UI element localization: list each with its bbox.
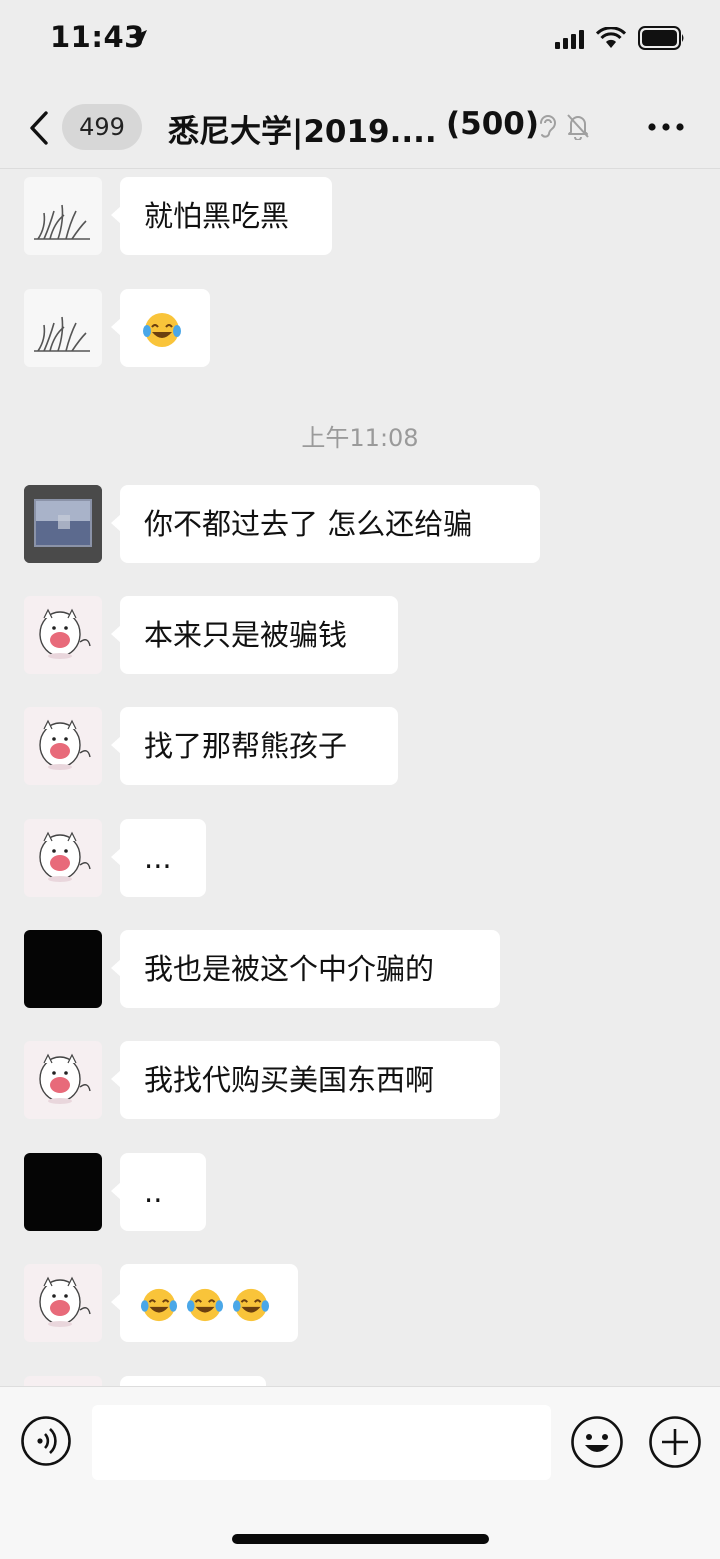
message-row [0, 1376, 720, 1386]
message-bubble[interactable]: .. [111, 1153, 206, 1231]
mute-notifications-icon [567, 114, 589, 140]
chat-screen: 就怕黑吃黑 你不都过去了 怎么还给骗 本来只是被骗钱 找了那帮熊孩子 ... 我… [0, 0, 720, 1559]
message-timestamp: 上午11:08 [301, 424, 419, 452]
message-row [0, 289, 720, 369]
tears-of-joy-emoji [186, 1288, 224, 1322]
location-arrow-icon [133, 30, 147, 44]
grass-avatar[interactable] [24, 177, 102, 255]
home-indicator[interactable] [232, 1534, 489, 1544]
message-text: ... [144, 841, 172, 875]
message-row: 我也是被这个中介骗的 [0, 930, 720, 1010]
message-text: 就怕黑吃黑 [144, 199, 290, 233]
message-bubble[interactable] [111, 289, 210, 367]
black-avatar[interactable] [24, 930, 102, 1008]
member-count[interactable]: (500) [446, 106, 539, 142]
message-bubble[interactable]: 就怕黑吃黑 [111, 177, 332, 255]
unread-count-badge[interactable]: 499 [62, 104, 142, 150]
message-bubble[interactable] [111, 1264, 298, 1342]
message-row: 我找代购买美国东西啊 [0, 1041, 720, 1121]
earpiece-mode-icon [540, 115, 557, 138]
tears-of-joy-emoji [232, 1288, 270, 1322]
message-text: 本来只是被骗钱 [144, 618, 348, 652]
message-row: .. [0, 1153, 720, 1233]
message-bubble[interactable]: 找了那帮熊孩子 [111, 707, 398, 785]
message-row [0, 1264, 720, 1344]
message-text: .. [144, 1175, 163, 1209]
message-text: 你不都过去了 怎么还给骗 [144, 507, 473, 541]
tears-of-joy-emoji [140, 1288, 178, 1322]
message-row: 找了那帮熊孩子 [0, 707, 720, 787]
message-input[interactable] [92, 1405, 551, 1480]
emoji-picker-icon[interactable] [570, 1415, 624, 1469]
cellular-signal-icon [555, 30, 584, 49]
status-bar: 11:43 [0, 0, 720, 80]
chat-title[interactable]: 悉尼大学|2019.... [168, 106, 437, 151]
wifi-icon [596, 27, 626, 48]
voice-input-icon[interactable] [20, 1415, 72, 1467]
black-avatar[interactable] [24, 1153, 102, 1231]
grass-avatar[interactable] [24, 289, 102, 367]
add-attachment-icon[interactable] [648, 1415, 702, 1469]
message-text: 找了那帮熊孩子 [144, 729, 348, 763]
message-bubble[interactable]: ... [111, 819, 206, 897]
message-row: 你不都过去了 怎么还给骗 [0, 485, 720, 565]
photo-avatar[interactable] [24, 485, 102, 563]
pig-avatar[interactable] [24, 1376, 102, 1386]
pig-avatar[interactable] [24, 1041, 102, 1119]
message-row: ... [0, 819, 720, 899]
message-bubble[interactable]: 我找代购买美国东西啊 [111, 1041, 500, 1119]
message-list[interactable]: 就怕黑吃黑 你不都过去了 怎么还给骗 本来只是被骗钱 找了那帮熊孩子 ... 我… [0, 0, 720, 1386]
pig-avatar[interactable] [24, 707, 102, 785]
chat-header: 499 悉尼大学|2019.... (500) [0, 84, 720, 169]
tears-of-joy-emoji [143, 313, 181, 347]
message-bubble[interactable]: 我也是被这个中介骗的 [111, 930, 500, 1008]
message-text: 我找代购买美国东西啊 [144, 1063, 435, 1097]
pig-avatar[interactable] [24, 819, 102, 897]
more-options-icon[interactable] [648, 122, 684, 132]
message-row: 本来只是被骗钱 [0, 596, 720, 676]
pig-avatar[interactable] [24, 1264, 102, 1342]
pig-avatar[interactable] [24, 596, 102, 674]
back-chevron-icon[interactable] [28, 110, 50, 146]
message-row: 就怕黑吃黑 [0, 177, 720, 257]
battery-icon [638, 26, 684, 50]
message-text: 我也是被这个中介骗的 [144, 952, 435, 986]
message-bubble[interactable] [120, 1376, 266, 1386]
message-bubble[interactable]: 你不都过去了 怎么还给骗 [111, 485, 540, 563]
message-bubble[interactable]: 本来只是被骗钱 [111, 596, 398, 674]
